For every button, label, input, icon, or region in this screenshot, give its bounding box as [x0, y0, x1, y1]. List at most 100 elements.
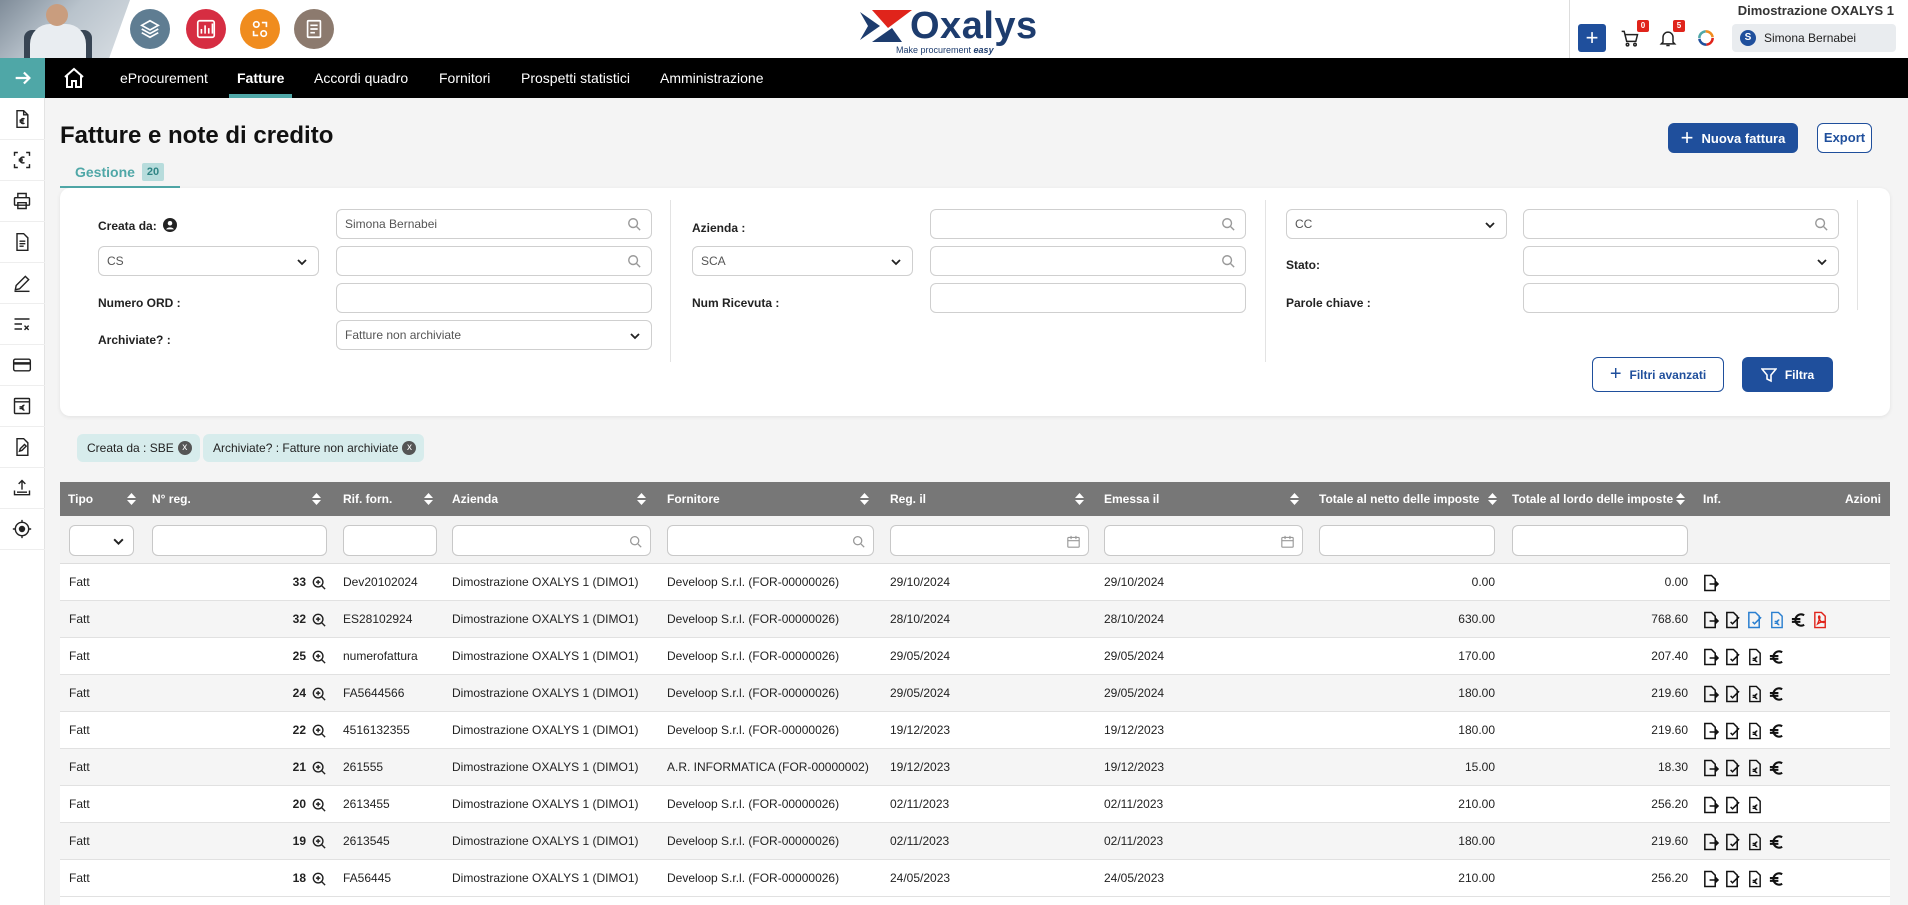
table-row[interactable]: Fatt 21 261555 Dimostrazione OXALYS 1 (DIMO… [60, 749, 1890, 786]
doc-check-icon[interactable] [1724, 833, 1741, 851]
zoom-in-icon[interactable] [312, 872, 326, 886]
doc-check-icon[interactable] [1724, 611, 1741, 629]
apply-filter-button[interactable]: Filtra [1742, 357, 1833, 392]
doc-euro-icon[interactable] [1746, 648, 1763, 666]
totale-netto-filter-input[interactable] [1319, 525, 1495, 556]
doc-arrow-icon[interactable] [1702, 574, 1720, 592]
pdf-icon[interactable] [1812, 611, 1829, 629]
sca-search-input[interactable] [930, 246, 1246, 276]
doc-euro-icon[interactable] [1746, 796, 1763, 814]
nav-fatture[interactable]: Fatture [228, 58, 293, 98]
sidebar-archive-euro-icon[interactable] [11, 395, 33, 417]
totale-lordo-filter-input[interactable] [1512, 525, 1688, 556]
sidebar-target-gear-icon[interactable] [11, 518, 33, 540]
cc-select[interactable]: CC [1286, 209, 1507, 239]
euro-icon[interactable] [1768, 870, 1785, 888]
euro-icon[interactable] [1790, 611, 1807, 629]
doc-arrow-icon[interactable] [1702, 685, 1720, 703]
col-azienda[interactable]: Azienda [452, 482, 498, 516]
sidebar-document-icon[interactable] [11, 231, 33, 253]
rif-filter-input[interactable] [343, 525, 437, 556]
table-row[interactable]: Fatt 32 ES28102924 Dimostrazione OXALYS 1 (… [60, 601, 1890, 638]
sort-icon[interactable] [312, 493, 321, 505]
doc-check-icon[interactable] [1724, 648, 1741, 666]
reg-date-filter-input[interactable] [890, 525, 1089, 556]
zoom-in-icon[interactable] [312, 613, 326, 627]
sort-icon[interactable] [1290, 493, 1299, 505]
doc-check-icon[interactable] [1724, 722, 1741, 740]
sidebar-scan-euro-icon[interactable] [11, 149, 33, 171]
doc-check-icon[interactable] [1724, 870, 1741, 888]
table-row[interactable]: Fatt 33 Dev20102024 Dimostrazione OXALYS 1 … [60, 564, 1890, 601]
col-totale-netto[interactable]: Totale al netto delle imposte [1319, 482, 1479, 516]
user-menu[interactable]: S Simona Bernabei [1732, 24, 1896, 52]
zoom-in-icon[interactable] [312, 650, 326, 664]
col-reg-il[interactable]: Reg. il [890, 482, 926, 516]
euro-icon[interactable] [1768, 648, 1785, 666]
sort-icon[interactable] [637, 493, 646, 505]
doc-euro-icon[interactable] [1746, 759, 1763, 777]
quick-create-button[interactable]: + [1578, 24, 1606, 52]
table-row[interactable]: Fatt 22 4516132355 Dimostrazione OXALYS 1 (… [60, 712, 1890, 749]
table-row[interactable]: Fatt 25 numerofattura Dimostrazione OXALYS … [60, 638, 1890, 675]
sidebar-toggle-arrow-icon[interactable] [0, 58, 45, 98]
doc-arrow-icon[interactable] [1702, 648, 1720, 666]
doc-arrow-icon[interactable] [1702, 833, 1720, 851]
status-select[interactable] [1523, 246, 1839, 276]
euro-icon[interactable] [1768, 722, 1785, 740]
keywords-input[interactable] [1523, 283, 1839, 313]
col-fornitore[interactable]: Fornitore [667, 482, 720, 516]
nav-prospetti-statistici[interactable]: Prospetti statistici [521, 58, 630, 98]
doc-euro-icon[interactable] [1746, 833, 1763, 851]
emessa-date-filter-input[interactable] [1104, 525, 1303, 556]
doc-arrow-icon[interactable] [1702, 759, 1720, 777]
euro-icon[interactable] [1768, 833, 1785, 851]
receipt-number-input[interactable] [930, 283, 1246, 313]
euro-icon[interactable] [1768, 759, 1785, 777]
app-switcher-icon[interactable] [1692, 24, 1720, 52]
chip-remove-icon[interactable]: x [177, 441, 192, 455]
nav-accordi-quadro[interactable]: Accordi quadro [314, 58, 408, 98]
col-tipo[interactable]: Tipo [68, 482, 93, 516]
doc-check-icon[interactable] [1724, 759, 1741, 777]
zoom-in-icon[interactable] [312, 761, 326, 775]
module-register-icon[interactable] [294, 9, 334, 49]
doc-euro-icon[interactable] [1746, 722, 1763, 740]
sidebar-print-icon[interactable] [11, 190, 33, 212]
archived-select[interactable]: Fatture non archiviate [336, 320, 652, 350]
tab-gestione[interactable]: Gestione [75, 164, 135, 180]
sort-icon[interactable] [1075, 493, 1084, 505]
sca-select[interactable]: SCA [692, 246, 913, 276]
table-row[interactable]: Fatt 24 FA5644566 Dimostrazione OXALYS 1 (D… [60, 675, 1890, 712]
export-button[interactable]: Export [1817, 123, 1872, 153]
doc-arrow-icon[interactable] [1702, 796, 1720, 814]
nav-amministrazione[interactable]: Amministrazione [660, 58, 763, 98]
col-nreg[interactable]: N° reg. [152, 482, 191, 516]
sidebar-doc-edit-icon[interactable] [11, 436, 33, 458]
sidebar-card-icon[interactable] [11, 354, 33, 376]
sidebar-upload-tray-icon[interactable] [11, 477, 33, 499]
col-rif-forn[interactable]: Rif. forn. [343, 482, 392, 516]
module-layers-icon[interactable] [130, 9, 170, 49]
zoom-in-icon[interactable] [312, 835, 326, 849]
zoom-in-icon[interactable] [312, 798, 326, 812]
azienda-filter-input[interactable] [452, 525, 651, 556]
nav-eprocurement[interactable]: eProcurement [120, 58, 208, 98]
advanced-filters-button[interactable]: + Filtri avanzati [1592, 357, 1724, 392]
doc-euro-icon[interactable] [1746, 685, 1763, 703]
doc-check-blue-icon[interactable] [1746, 611, 1763, 629]
zoom-in-icon[interactable] [312, 724, 326, 738]
col-emessa-il[interactable]: Emessa il [1104, 482, 1159, 516]
doc-arrow-icon[interactable] [1702, 870, 1720, 888]
cc-search-input[interactable] [1523, 209, 1839, 239]
sort-icon[interactable] [1488, 493, 1497, 505]
zoom-in-icon[interactable] [312, 687, 326, 701]
table-row[interactable]: Fatt 19 2613545 Dimostrazione OXALYS 1 (DIM… [60, 823, 1890, 860]
sort-icon[interactable] [127, 493, 136, 505]
table-row[interactable]: Fatt 18 FA56445 Dimostrazione OXALYS 1 (DIM… [60, 860, 1890, 897]
table-row[interactable]: Fatt 20 2613455 Dimostrazione OXALYS 1 (DIM… [60, 786, 1890, 823]
nreg-filter-input[interactable] [152, 525, 327, 556]
col-totale-lordo[interactable]: Totale al lordo delle imposte [1512, 482, 1673, 516]
created-by-input[interactable]: Simona Bernabei [336, 209, 652, 239]
company-input[interactable] [930, 209, 1246, 239]
